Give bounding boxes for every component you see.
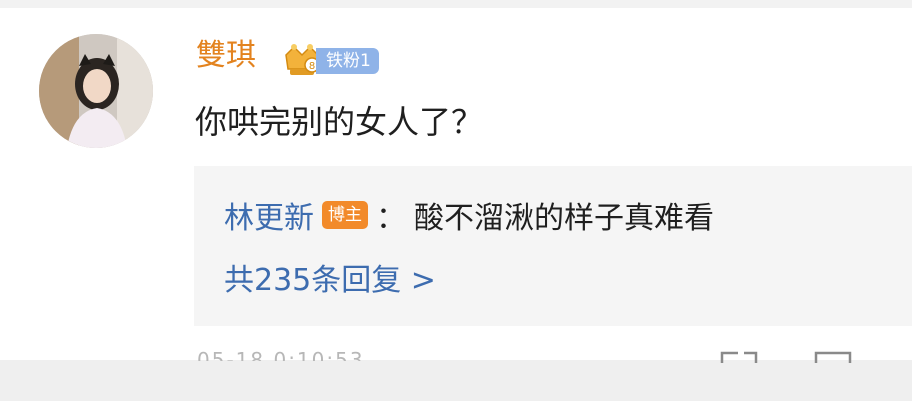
reply-line: 林更新 博主 ： 酸不溜湫的样子真难看 [224,193,714,237]
comment-timestamp: 05-18 0:10:53 [197,349,365,361]
svg-text:8: 8 [309,61,315,72]
comment-text: 你哄完别的女人了？ [195,103,484,141]
reply-text: 酸不溜湫的样子真难看 [414,201,714,236]
view-replies-link[interactable]: 共235条回复 > [224,259,436,303]
reply-author[interactable]: 林更新 [224,193,314,237]
fan-badge: 铁粉1 [316,48,379,74]
top-divider [0,0,912,8]
user-avatar[interactable] [39,34,153,148]
blogger-tag: 博主 [322,201,368,229]
reply-colon: ： [376,201,406,236]
footer-bar [0,360,912,401]
comment-icon[interactable] [814,351,852,363]
share-icon[interactable] [720,351,758,363]
avatar-image [39,34,153,148]
reply-preview-box[interactable]: 林更新 博主 ： 酸不溜湫的样子真难看 共235条回复 > [194,166,912,326]
comment-username[interactable]: 雙琪 [196,36,256,76]
